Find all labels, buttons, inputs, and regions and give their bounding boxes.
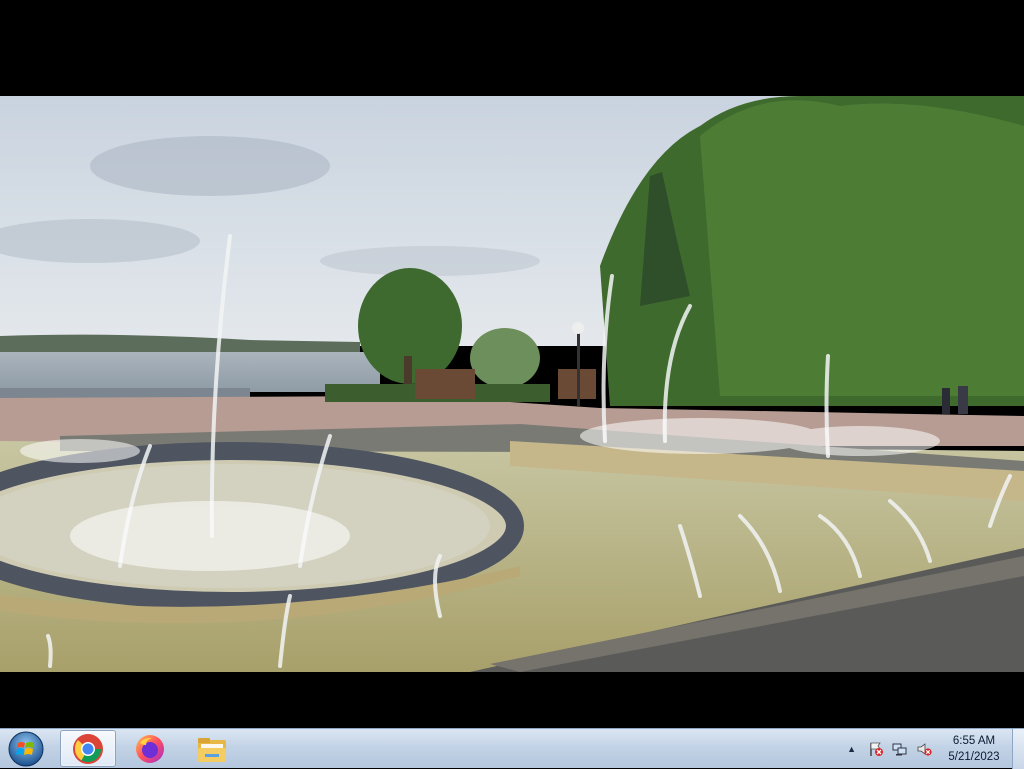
taskbar-firefox-button[interactable] bbox=[122, 730, 178, 767]
firefox-icon bbox=[136, 734, 164, 763]
start-button[interactable] bbox=[6, 730, 46, 768]
chrome-icon bbox=[73, 733, 103, 764]
show-hidden-icons-button[interactable]: ▲ bbox=[847, 744, 856, 754]
windows-start-orb-icon bbox=[8, 731, 44, 767]
action-center-flag-icon[interactable] bbox=[868, 741, 884, 757]
volume-muted-icon[interactable] bbox=[916, 741, 932, 757]
fountain-photo bbox=[0, 96, 1024, 672]
show-desktop-button[interactable] bbox=[1012, 729, 1024, 769]
clock-time: 6:55 AM bbox=[952, 735, 996, 747]
taskbar-clock[interactable]: 6:55 AM 5/21/2023 bbox=[938, 733, 1010, 765]
clock-date: 5/21/2023 bbox=[948, 751, 1000, 763]
network-icon[interactable] bbox=[892, 741, 908, 757]
video-viewer bbox=[0, 0, 1024, 728]
taskbar-explorer-button[interactable] bbox=[184, 730, 240, 767]
taskbar-chrome-button[interactable] bbox=[60, 730, 116, 767]
folder-icon bbox=[198, 737, 226, 762]
taskbar: ▲ 6:55 AM 5/21/2023 bbox=[0, 728, 1024, 769]
system-tray: ▲ 6:55 AM 5/21/2023 bbox=[847, 729, 1010, 769]
